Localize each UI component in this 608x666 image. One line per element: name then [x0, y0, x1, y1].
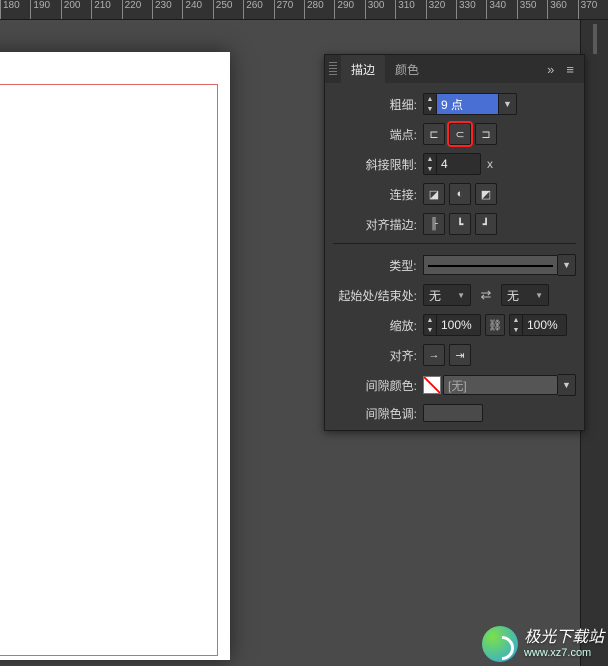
ruler-tick: 210 [91, 0, 111, 20]
stroke-panel: 描边 颜色 » ≡ 粗细: ▲▼ 9 点 ▼ 端点: ⊏ ⊂ ⊐ 斜接限制: ▲… [324, 54, 585, 431]
row-align: 对齐: → ⇥ [333, 344, 576, 366]
gap-color-none-icon [423, 376, 441, 394]
align-out-button[interactable]: → [423, 344, 445, 366]
row-start-end: 起始处/结束处: 无▼ ⇄ 无▼ [333, 284, 576, 306]
watermark-logo-icon [482, 626, 518, 662]
ruler-tick: 370 [578, 0, 598, 20]
scale2-input[interactable]: 100% [523, 314, 567, 336]
join-bevel-button[interactable]: ◩ [475, 183, 497, 205]
swap-arrow-icon[interactable]: ⇄ [475, 284, 497, 306]
row-type: 类型: ▼ [333, 254, 576, 276]
row-weight: 粗细: ▲▼ 9 点 ▼ [333, 93, 576, 115]
align-center-button[interactable]: ╟ [423, 213, 445, 235]
weight-input[interactable]: 9 点 [437, 93, 499, 115]
join-round-button[interactable]: ◐ [449, 183, 471, 205]
ruler-tick: 220 [122, 0, 142, 20]
row-gap-tint: 间隙色调: [333, 404, 576, 422]
document-page[interactable] [0, 52, 230, 660]
gap-color-label: 间隙颜色: [333, 377, 423, 394]
scale-label: 缩放: [333, 317, 423, 334]
ruler-tick: 320 [426, 0, 446, 20]
watermark-url: www.xz7.com [524, 647, 604, 659]
scale1-spinner[interactable]: ▲▼ [423, 314, 437, 336]
horizontal-ruler: 180 190 200 210 220 230 240 250 260 270 280 290 300 3… [0, 0, 608, 20]
ruler-tick: 250 [213, 0, 233, 20]
tab-color[interactable]: 颜色 [385, 55, 429, 84]
ruler-tick: 270 [274, 0, 294, 20]
ruler-tick: 340 [486, 0, 506, 20]
align-inside-button[interactable]: ┗ [449, 213, 471, 235]
cap-butt-button[interactable]: ⊏ [423, 123, 445, 145]
join-label: 连接: [333, 186, 423, 203]
cap-projecting-button[interactable]: ⊐ [475, 123, 497, 145]
scale2-spinner[interactable]: ▲▼ [509, 314, 523, 336]
watermark-title: 极光下载站 [524, 629, 604, 647]
ruler-tick: 290 [334, 0, 354, 20]
start-end-label: 起始处/结束处: [333, 287, 423, 304]
gap-color-dropdown-icon[interactable]: ▼ [558, 374, 576, 396]
panel-header: 描边 颜色 » ≡ [325, 55, 584, 83]
panel-menu-icon[interactable]: ≡ [560, 62, 580, 77]
stroke-type-preview[interactable] [423, 255, 558, 275]
align-label: 对齐: [333, 347, 423, 364]
weight-label: 粗细: [333, 96, 423, 113]
weight-spinner[interactable]: ▲▼ [423, 93, 437, 115]
row-cap: 端点: ⊏ ⊂ ⊐ [333, 123, 576, 145]
link-scale-icon[interactable]: ⛓ [485, 314, 505, 336]
start-select[interactable]: 无▼ [423, 284, 471, 306]
miter-label: 斜接限制: [333, 156, 423, 173]
gap-tint-label: 间隙色调: [333, 405, 423, 422]
tab-stroke[interactable]: 描边 [341, 55, 385, 84]
collapse-icon[interactable]: » [541, 62, 560, 77]
ruler-tick: 360 [547, 0, 567, 20]
ruler-tick: 280 [304, 0, 324, 20]
row-align-stroke: 对齐描边: ╟ ┗ ┛ [333, 213, 576, 235]
ruler-tick: 200 [61, 0, 81, 20]
ruler-tick: 190 [30, 0, 50, 20]
miter-spinner[interactable]: ▲▼ [423, 153, 437, 175]
gap-color-select[interactable]: [无] [443, 375, 558, 395]
ruler-tick: 350 [517, 0, 537, 20]
cap-label: 端点: [333, 126, 423, 143]
ruler-tick: 310 [395, 0, 415, 20]
watermark: 极光下载站 www.xz7.com [482, 626, 604, 662]
divider [333, 243, 576, 244]
row-miter: 斜接限制: ▲▼ 4 x [333, 153, 576, 175]
align-in-button[interactable]: ⇥ [449, 344, 471, 366]
miter-input[interactable]: 4 [437, 153, 481, 175]
ruler-tick: 300 [365, 0, 385, 20]
align-outside-button[interactable]: ┛ [475, 213, 497, 235]
panel-grip-icon[interactable] [329, 62, 337, 76]
row-scale: 缩放: ▲▼ 100% ⛓ ▲▼ 100% [333, 314, 576, 336]
cap-round-button[interactable]: ⊂ [449, 123, 471, 145]
miter-suffix: x [487, 157, 493, 171]
panel-body: 粗细: ▲▼ 9 点 ▼ 端点: ⊏ ⊂ ⊐ 斜接限制: ▲▼ 4 x 连接: … [325, 83, 584, 430]
end-select[interactable]: 无▼ [501, 284, 549, 306]
gap-tint-slider[interactable] [423, 404, 483, 422]
ruler-tick: 180 [0, 0, 20, 20]
scale1-input[interactable]: 100% [437, 314, 481, 336]
ruler-tick: 330 [456, 0, 476, 20]
row-gap-color: 间隙颜色: [无] ▼ [333, 374, 576, 396]
join-miter-button[interactable]: ◪ [423, 183, 445, 205]
row-join: 连接: ◪ ◐ ◩ [333, 183, 576, 205]
ruler-tick: 240 [182, 0, 202, 20]
type-dropdown-icon[interactable]: ▼ [558, 254, 576, 276]
type-label: 类型: [333, 257, 423, 274]
align-stroke-label: 对齐描边: [333, 216, 423, 233]
ruler-tick: 230 [152, 0, 172, 20]
ruler-tick: 260 [243, 0, 263, 20]
weight-dropdown-icon[interactable]: ▼ [499, 93, 517, 115]
